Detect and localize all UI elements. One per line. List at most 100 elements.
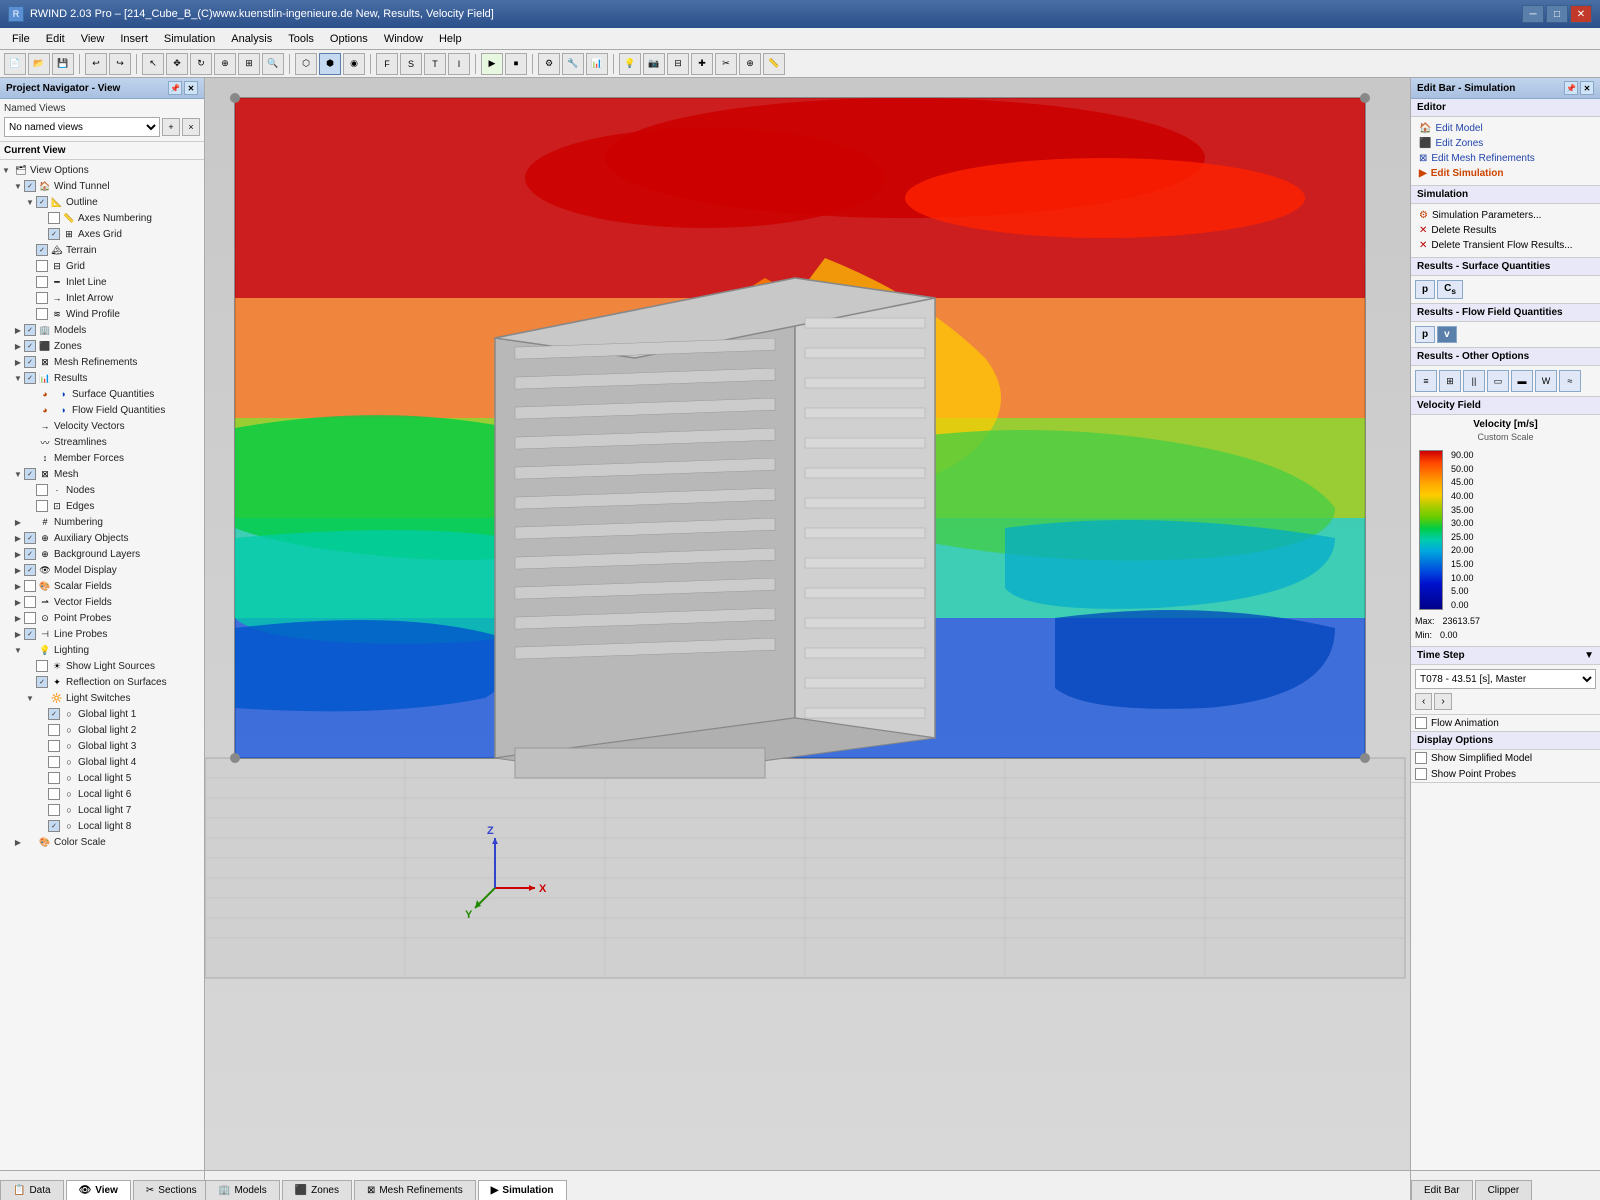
check-outline[interactable] — [36, 196, 48, 208]
stop-button[interactable]: ⏹ — [505, 53, 527, 75]
wireframe-button[interactable]: ⬡ — [295, 53, 317, 75]
tab-sections[interactable]: ✂ Sections — [133, 1180, 210, 1200]
result-option-5[interactable]: ▬ — [1511, 370, 1533, 392]
tree-inlet-arrow[interactable]: → Inlet Arrow — [0, 290, 204, 306]
tree-outline[interactable]: ▼ 📐 Outline — [0, 194, 204, 210]
expand-icon[interactable]: ▶ — [12, 628, 24, 640]
time-step-select[interactable]: T078 - 43.51 [s], Master — [1415, 669, 1596, 689]
tree-global-light-3[interactable]: ○ Global light 3 — [0, 738, 204, 754]
flow-v-btn[interactable]: v — [1437, 326, 1457, 343]
menu-insert[interactable]: Insert — [112, 31, 156, 47]
surface-cs-btn[interactable]: Cs — [1437, 280, 1463, 299]
check-terrain[interactable] — [36, 244, 48, 256]
expand-icon[interactable]: ▶ — [12, 548, 24, 560]
expand-icon[interactable]: ▶ — [12, 564, 24, 576]
check-axes-grid[interactable] — [48, 228, 60, 240]
clip-button[interactable]: ✂ — [715, 53, 737, 75]
check-global-1[interactable] — [48, 708, 60, 720]
check-mesh[interactable] — [24, 468, 36, 480]
tree-show-light-sources[interactable]: ☀ Show Light Sources — [0, 658, 204, 674]
tree-model-display[interactable]: ▶ 👁 Model Display — [0, 562, 204, 578]
expand-icon[interactable]: ▶ — [12, 532, 24, 544]
tree-models[interactable]: ▶ 🏢 Models — [0, 322, 204, 338]
expand-icon[interactable]: ▶ — [12, 612, 24, 624]
front-view-button[interactable]: F — [376, 53, 398, 75]
expand-icon[interactable]: ▶ — [12, 516, 24, 528]
menu-view[interactable]: View — [73, 31, 113, 47]
surface-p-btn[interactable]: p — [1415, 280, 1435, 299]
tree-point-probes[interactable]: ▶ ⊙ Point Probes — [0, 610, 204, 626]
camera-button[interactable]: 📷 — [643, 53, 665, 75]
check-vector[interactable] — [24, 596, 36, 608]
check-wind-profile[interactable] — [36, 308, 48, 320]
result-option-3[interactable]: || — [1463, 370, 1485, 392]
tree-vector-fields[interactable]: ▶ ⇀ Vector Fields — [0, 594, 204, 610]
tree-global-light-1[interactable]: ○ Global light 1 — [0, 706, 204, 722]
tree-zones[interactable]: ▶ ⬛ Zones — [0, 338, 204, 354]
open-button[interactable]: 📂 — [28, 53, 50, 75]
check-models[interactable] — [24, 324, 36, 336]
expand-icon[interactable]: ▶ — [12, 596, 24, 608]
close-button[interactable]: ✕ — [1570, 5, 1592, 23]
tree-axes-numbering[interactable]: 📏 Axes Numbering — [0, 210, 204, 226]
tree-scalar-fields[interactable]: ▶ 🎨 Scalar Fields — [0, 578, 204, 594]
check-line-probes[interactable] — [24, 628, 36, 640]
tree-background-layers[interactable]: ▶ ⊕ Background Layers — [0, 546, 204, 562]
undo-button[interactable]: ↩ — [85, 53, 107, 75]
top-view-button[interactable]: T — [424, 53, 446, 75]
tree-inlet-line[interactable]: ━ Inlet Line — [0, 274, 204, 290]
result-option-7[interactable]: ≈ — [1559, 370, 1581, 392]
rp-close-icon[interactable]: ✕ — [1580, 81, 1594, 95]
check-show-lights[interactable] — [36, 660, 48, 672]
measure-button[interactable]: 📏 — [763, 53, 785, 75]
tree-lighting[interactable]: ▼ 💡 Lighting — [0, 642, 204, 658]
check-local-6[interactable] — [48, 788, 60, 800]
tree-axes-grid[interactable]: ⊞ Axes Grid — [0, 226, 204, 242]
tree-local-light-5[interactable]: ○ Local light 5 — [0, 770, 204, 786]
check-inlet-line[interactable] — [36, 276, 48, 288]
tab-simulation[interactable]: ▶ Simulation — [478, 1180, 567, 1200]
expand-icon[interactable]: ▼ — [12, 468, 24, 480]
panel-close-icon[interactable]: ✕ — [184, 81, 198, 95]
menu-analysis[interactable]: Analysis — [223, 31, 280, 47]
check-axes-numbering[interactable] — [48, 212, 60, 224]
tools-button[interactable]: 🔧 — [562, 53, 584, 75]
zoom-window-button[interactable]: 🔍 — [262, 53, 284, 75]
expand-icon[interactable]: ▼ — [12, 180, 24, 192]
check-local-5[interactable] — [48, 772, 60, 784]
minimize-button[interactable]: ─ — [1522, 5, 1544, 23]
rotate-button[interactable]: ↻ — [190, 53, 212, 75]
tab-models[interactable]: 🏢 Models — [205, 1180, 280, 1200]
expand-icon[interactable]: ▼ — [24, 692, 36, 704]
flow-p-btn[interactable]: p — [1415, 326, 1435, 343]
check-bg-layers[interactable] — [24, 548, 36, 560]
result-option-2[interactable]: ⊞ — [1439, 370, 1461, 392]
menu-window[interactable]: Window — [376, 31, 431, 47]
shaded-button[interactable]: ◉ — [343, 53, 365, 75]
tree-mesh-refinements[interactable]: ▶ ⊠ Mesh Refinements — [0, 354, 204, 370]
edit-model-link[interactable]: 🏠 Edit Model — [1415, 121, 1596, 136]
tree-grid[interactable]: ⊟ Grid — [0, 258, 204, 274]
check-reflection[interactable] — [36, 676, 48, 688]
expand-icon[interactable]: ▶ — [12, 324, 24, 336]
result-option-4[interactable]: ▭ — [1487, 370, 1509, 392]
tab-view[interactable]: 👁 View — [66, 1180, 131, 1200]
tab-data[interactable]: 📋 Data — [0, 1180, 64, 1200]
sim-params-btn[interactable]: ⚙ Simulation Parameters... — [1415, 208, 1596, 223]
save-button[interactable]: 💾 — [52, 53, 74, 75]
menu-help[interactable]: Help — [431, 31, 470, 47]
grid-toggle-button[interactable]: ⊟ — [667, 53, 689, 75]
expand-icon[interactable]: ▶ — [12, 580, 24, 592]
delete-results-btn[interactable]: ✕ Delete Results — [1415, 223, 1596, 238]
menu-file[interactable]: File — [4, 31, 38, 47]
tree-nodes[interactable]: · Nodes — [0, 482, 204, 498]
tree-flow-field[interactable]: ◕ ◑ Flow Field Quantities — [0, 402, 204, 418]
menu-edit[interactable]: Edit — [38, 31, 73, 47]
tree-light-switches[interactable]: ▼ 🔆 Light Switches — [0, 690, 204, 706]
zoom-extent-button[interactable]: ⊞ — [238, 53, 260, 75]
tree-wind-tunnel[interactable]: ▼ 🏠 Wind Tunnel — [0, 178, 204, 194]
panel-pin-icon[interactable]: 📌 — [168, 81, 182, 95]
tree-wind-profile[interactable]: ≋ Wind Profile — [0, 306, 204, 322]
result-option-1[interactable]: ≡ — [1415, 370, 1437, 392]
tree-member-forces[interactable]: ↕ Member Forces — [0, 450, 204, 466]
